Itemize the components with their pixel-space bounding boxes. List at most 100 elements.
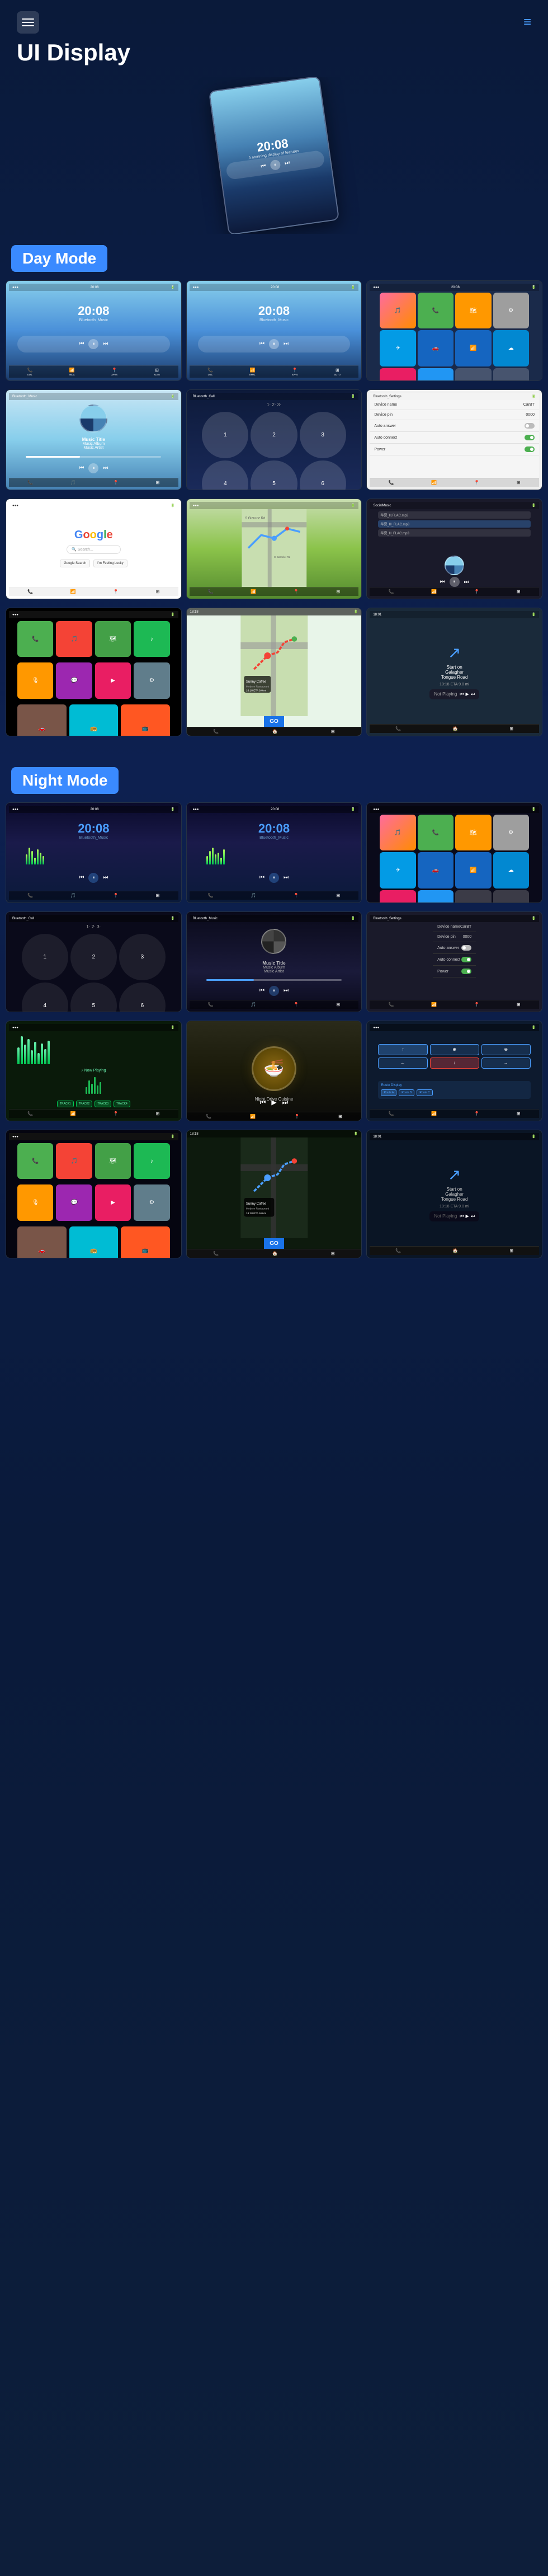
night-nav-m-1[interactable]: 📞 [208,1002,214,1007]
app-youtube-icon[interactable]: ▶ [380,368,415,381]
app-extra-2[interactable]: 🔊 [493,368,529,381]
night-food-screen[interactable]: 🍜 Night Drive Cuisine ⏮ ▶ ⏭ 📞 📶 📍 ⊞ [186,1021,362,1121]
map-btn-2[interactable]: ⊕ [430,1044,479,1055]
day-maps-screen[interactable]: ●●● 🔋 S Glencoe Rd E Camelot Rd 📞 📶 [186,499,362,599]
night-app-video[interactable]: 📺 [418,890,453,903]
key-3[interactable]: 3 [300,412,346,458]
night-go-button[interactable]: GO [270,1240,278,1247]
night-nav-1-4[interactable]: ⊞ [156,893,160,898]
nav-apps-2[interactable]: ⊞AUTO [334,368,341,376]
night-nav-f-3[interactable]: 📍 [294,1114,300,1119]
night-bt-call-screen[interactable]: Bluetooth_Call 🔋 1· 2· 3· 1 2 3 4 5 6 7 … [6,911,182,1012]
night-cp-spotify[interactable]: ♪ [134,1143,169,1179]
day-carplay-home[interactable]: ●●● 🔋 📞 🎵 🗺 ♪ 🎙 💬 ▶ ⚙ 🚗 📻 📺 📞 [6,608,182,736]
media-next[interactable]: ⏭ [471,692,475,697]
track-btn-3[interactable]: TRACK3 [95,1101,111,1107]
nav-gps[interactable]: 📍APRS [111,368,117,376]
night-toggle-auto-connect[interactable] [461,957,471,962]
app-phone-icon[interactable]: 📞 [418,293,453,328]
night-app-music[interactable]: 🎵 [380,815,415,850]
nav-bt-s[interactable]: 📶 [431,480,437,485]
nav-bt[interactable]: 📶BMAL [69,368,75,376]
night-setting-power[interactable]: Power [433,966,476,977]
night-toggle-power[interactable] [461,969,471,974]
night-nav-2-1[interactable]: 📞 [208,893,214,898]
nav-g-2[interactable]: 📶 [70,589,76,594]
nav-s-2[interactable]: 📶 [431,589,437,594]
key-2[interactable]: 2 [251,412,297,458]
night-nav-mn-4[interactable]: ⊞ [517,1111,521,1116]
night-media-prev[interactable]: ⏮ [460,1214,464,1219]
nav-cm-3[interactable]: ⊞ [331,729,335,734]
play-social[interactable]: ⏸ [450,577,460,587]
nav-cn-1[interactable]: 📞 [395,726,401,731]
night-app-settings[interactable]: ⚙ [493,815,529,850]
nav-cm-2[interactable]: 🏠 [272,729,278,734]
night-app-maps[interactable]: 🗺 [455,815,491,850]
next-social[interactable]: ⏭ [464,579,469,585]
setting-auto-connect[interactable]: Auto connect [370,432,539,444]
night-map-nav-screen[interactable]: ●●● 🔋 ↑ ⊕ ⊖ ← ↓ → Route Display Route A … [366,1021,542,1121]
route-opt-2[interactable]: Route B [399,1089,414,1096]
cp-spotify[interactable]: ♪ [134,621,169,657]
route-opt-1[interactable]: Route A [381,1089,396,1096]
cp-phone[interactable]: 📞 [17,621,53,657]
song-item-3[interactable]: 华夏_lll_FLAC.mp3 [378,529,530,537]
night-app-extra-2[interactable]: 🔊 [493,890,529,903]
google-lucky-btn[interactable]: I'm Feeling Lucky [93,560,127,567]
nav-g-1[interactable]: 📞 [27,589,33,594]
nav-g-3[interactable]: 📍 [113,589,119,594]
night-cp-set[interactable]: ⚙ [134,1184,169,1220]
hamburger-menu-icon[interactable]: ≡ [523,15,531,30]
nav-call[interactable]: 📞DIAL [27,368,32,376]
map-btn-5[interactable]: ↓ [430,1057,479,1069]
night-home-screen-1[interactable]: ●●● 20:08 🔋 20:08 Bluetooth_Music ⏮ ⏸ [6,802,182,903]
night-carplay-maps[interactable]: 18:18 🔋 Sunny Coffee Modern Restaurant 1… [186,1130,362,1258]
track-btn-2[interactable]: TRACK2 [76,1101,93,1107]
day-carplay-nav[interactable]: 18:01 🔋 ↗ Start onGalagherTongue Road 10… [366,608,542,736]
nav-auto[interactable]: ⊞ [156,480,160,485]
nav-bmal[interactable]: 🎵 [70,480,76,485]
night-cp-waze[interactable]: 🚗 [17,1226,66,1258]
night-prev-1[interactable]: ⏮ [79,875,84,881]
route-opt-3[interactable]: Route C [417,1089,432,1096]
night-app-waze[interactable]: 🚗 [418,852,453,888]
nav-m-4[interactable]: ⊞ [336,589,340,594]
app-bt-icon[interactable]: 📶 [455,330,491,366]
day-carplay-maps[interactable]: 18:18 🔋 Sunny Coffee Modern Restaurant 1… [186,608,362,736]
night-nav-ncm-1[interactable]: 📞 [213,1251,219,1256]
map-btn-3[interactable]: ⊖ [481,1044,531,1055]
night-nav-ncm-3[interactable]: ⊞ [331,1251,335,1256]
night-cp-nflx[interactable]: 📺 [121,1226,169,1258]
cp-music[interactable]: 🎵 [56,621,92,657]
food-play[interactable]: ▶ [271,1098,276,1107]
nav-cn-2[interactable]: 🏠 [452,726,458,731]
night-app-extra-1[interactable]: 📷 [455,890,491,903]
play-button[interactable]: ⏸ [270,159,281,170]
night-next-music[interactable]: ⏭ [284,988,289,994]
nav-cn-3[interactable]: ⊞ [509,726,513,731]
night-nav-m-2[interactable]: 🎵 [251,1002,256,1007]
night-key-5[interactable]: 5 [70,983,117,1012]
prev-music[interactable]: ⏮ [79,465,84,471]
nav-call-s[interactable]: 📞 [389,480,394,485]
night-play-1[interactable]: ⏸ [88,873,98,883]
nav-apps[interactable]: ⊞AUTO [154,368,160,376]
nav-s-3[interactable]: 📍 [474,589,480,594]
night-nav-f-2[interactable]: 📶 [250,1114,256,1119]
play-2[interactable]: ⏸ [269,339,279,349]
night-play-2[interactable]: ⏸ [269,873,279,883]
nav-m-3[interactable]: 📍 [294,589,299,594]
go-button[interactable]: GO [270,718,278,725]
night-nav-s-4[interactable]: ⊞ [517,1002,521,1007]
night-waveform-screen[interactable]: ●●● 🔋 ♪ Now Playing [6,1021,182,1121]
night-cp-msg[interactable]: 💬 [56,1184,92,1220]
app-weather-icon[interactable]: ☁ [493,330,529,366]
day-bt-music-screen[interactable]: Bluetooth_Music 🔋 Music Title Music Albu… [6,389,182,490]
night-nav-ncn-1[interactable]: 📞 [395,1248,401,1253]
night-app-weather[interactable]: ☁ [493,852,529,888]
nav-s-4[interactable]: ⊞ [517,589,521,594]
google-search-btn[interactable]: Google Search [60,560,90,567]
night-cp-podcast[interactable]: 🎙 [17,1184,53,1220]
cp-podcast[interactable]: 🎙 [17,662,53,698]
